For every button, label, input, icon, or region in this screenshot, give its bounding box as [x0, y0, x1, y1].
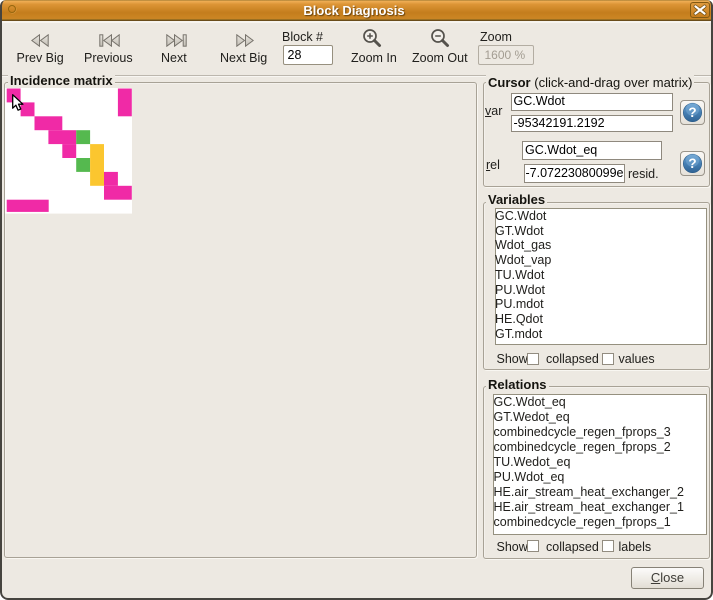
svg-text:?: ?: [688, 156, 696, 171]
svg-text:?: ?: [688, 105, 696, 120]
